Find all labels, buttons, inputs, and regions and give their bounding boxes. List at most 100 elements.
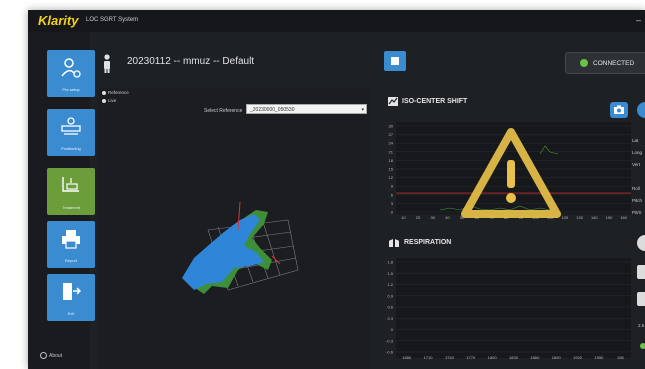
- connection-label: CONNECTED: [593, 60, 635, 67]
- resp-x-tick-label: 1770: [466, 355, 476, 360]
- sidebar-item-label: Exit: [67, 311, 75, 316]
- radio-label: Reference: [108, 90, 129, 95]
- respiration-title: RESPIRATION: [404, 239, 452, 246]
- resp-x-tick-label: 1950: [595, 355, 605, 360]
- respiration-side-button-1[interactable]: [637, 265, 645, 279]
- status-dot: [580, 59, 588, 67]
- session-title: 20230112 -- mmuz -- Default: [127, 56, 255, 67]
- resp-y-tick-label: 0: [391, 327, 394, 332]
- radio-dot: [102, 90, 106, 95]
- iso-side-label: Roll: [632, 186, 640, 191]
- iso-y-tick-label: 27: [389, 132, 394, 137]
- resp-x-tick-label: 1920: [573, 355, 583, 360]
- resp-x-tick-label: 1860: [530, 355, 540, 360]
- resp-x-tick-label: 1800: [488, 355, 498, 360]
- resp-y-tick-label: 0.9: [387, 293, 393, 298]
- radio-reference[interactable]: Reference: [102, 90, 129, 95]
- iso-y-tick-label: 18: [389, 158, 394, 163]
- sidebar-item-label: Treatment: [61, 205, 81, 210]
- iso-x-tick-label: 40: [445, 215, 450, 220]
- iso-y-tick-label: 21: [389, 149, 394, 154]
- sidebar-item-label: Positioning: [61, 146, 81, 151]
- iso-y-tick-label: 15: [389, 167, 394, 172]
- about-link[interactable]: About: [40, 352, 62, 359]
- sidebar-item-treatment[interactable]: Treatment: [47, 168, 95, 215]
- iso-x-tick-label: 150: [606, 215, 613, 220]
- iso-side-label: Pitch: [632, 198, 643, 203]
- body-model-3d[interactable]: [168, 190, 308, 310]
- panel-edge-button[interactable]: [637, 102, 645, 118]
- iso-x-tick-label: 160: [620, 215, 627, 220]
- respiration-chart: 1.8 1.5 1.2 0.9 0.6 0.3 0 -0.3 -0.6 1680 1710 1740 1…: [386, 258, 631, 360]
- iso-x-tick-label: 20: [416, 215, 421, 220]
- iso-x-tick-label: 10: [401, 215, 406, 220]
- resp-y-tick-label: 1.8: [387, 260, 393, 265]
- resp-x-tick-label: 1890: [552, 355, 562, 360]
- app-window: Klarity LOC SGRT System – Pre-setup Posi…: [28, 10, 645, 369]
- warning-icon: [461, 128, 561, 218]
- sidebar: Pre-setup Positioning Treatment Report E…: [28, 32, 95, 369]
- select-reference-label: Select Reference: [204, 108, 243, 114]
- resp-x-tick-label: 198: [617, 355, 624, 360]
- resp-x-tick-label: 1740: [445, 355, 455, 360]
- resp-x-tick-label: 1680: [402, 355, 412, 360]
- person-settings-icon: [61, 58, 81, 78]
- respiration-side-button-2[interactable]: [637, 292, 645, 306]
- resp-x-tick-label: 1710: [424, 355, 434, 360]
- info-icon: [40, 352, 47, 359]
- sidebar-item-report[interactable]: Report: [47, 221, 95, 268]
- sidebar-item-label: Pre-setup: [62, 87, 80, 92]
- sidebar-item-positioning[interactable]: Positioning: [47, 109, 95, 156]
- iso-y-tick-label: 12: [389, 175, 394, 180]
- iso-side-label: Pit/S: [632, 210, 642, 215]
- resp-y-tick-label: -0.3: [386, 338, 394, 343]
- iso-y-tick-label: 30: [389, 124, 394, 129]
- camera-button[interactable]: [610, 102, 628, 118]
- respiration-edge-button[interactable]: [637, 235, 645, 251]
- iso-y-tick-label: 6: [391, 192, 394, 197]
- sidebar-item-exit[interactable]: Exit: [47, 274, 95, 321]
- respiration-status-dot: [640, 343, 645, 349]
- title-bar: Klarity LOC SGRT System –: [28, 10, 645, 32]
- patient-icon: [104, 54, 110, 73]
- radio-label: Live: [108, 98, 117, 103]
- iso-y-tick-label: 9: [391, 184, 394, 189]
- sidebar-item-label: Report: [64, 258, 77, 263]
- stop-button[interactable]: [384, 51, 406, 71]
- resp-x-tick-label: 1830: [509, 355, 519, 360]
- iso-y-tick-label: 0: [391, 210, 394, 215]
- select-value: _20230000_050530: [250, 107, 295, 113]
- iso-side-label: Long: [632, 150, 643, 155]
- iso-y-tick-label: 3: [391, 201, 394, 206]
- iso-side-label: Vert: [632, 162, 641, 167]
- iso-x-tick-label: 30: [430, 215, 435, 220]
- lungs-icon: [389, 239, 399, 247]
- minimize-icon[interactable]: –: [636, 15, 641, 25]
- select-reference-dropdown[interactable]: _20230000_050530 ▾: [246, 104, 367, 114]
- patient-position-icon: [61, 117, 81, 135]
- stop-icon: [391, 57, 399, 65]
- resp-y-tick-label: 1.2: [387, 282, 393, 287]
- resp-y-tick-label: -0.6: [386, 350, 394, 355]
- connection-status: CONNECTED: [565, 52, 645, 74]
- about-label: About: [49, 352, 63, 359]
- radio-live[interactable]: Live: [102, 98, 116, 103]
- resp-y-tick-label: 0.6: [387, 305, 393, 310]
- respiration-side-value: 2.5: [638, 323, 645, 328]
- resp-y-tick-label: 0.3: [387, 316, 393, 321]
- camera-icon: [614, 105, 624, 114]
- iso-x-tick-label: 140: [591, 215, 598, 220]
- iso-x-tick-label: 130: [576, 215, 583, 220]
- exit-door-icon: [63, 283, 81, 300]
- iso-y-tick-label: 24: [389, 141, 394, 146]
- treatment-icon: [62, 177, 79, 192]
- app-logo: Klarity: [38, 13, 79, 28]
- app-title: LOC SGRT System: [86, 17, 139, 23]
- iso-side-label: Lat: [632, 138, 639, 143]
- radio-dot: [102, 98, 106, 103]
- resp-y-tick-label: 1.5: [387, 271, 393, 276]
- printer-icon: [62, 230, 80, 249]
- sidebar-item-pre-setup[interactable]: Pre-setup: [47, 50, 95, 97]
- chevron-down-icon: ▾: [361, 107, 364, 113]
- shift-chart-icon: [388, 97, 398, 106]
